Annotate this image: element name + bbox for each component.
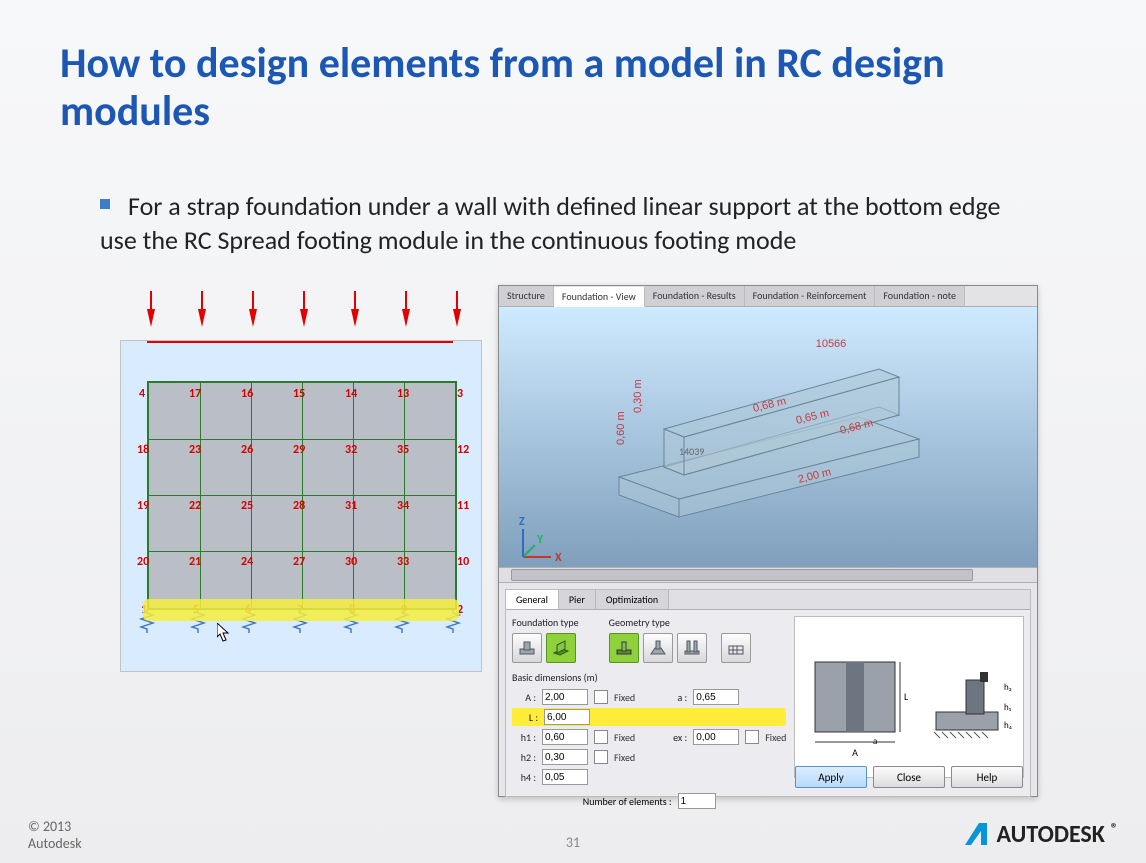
foundation-type-label: Foundation type <box>512 616 579 629</box>
tab-foundation-results[interactable]: Foundation - Results <box>645 286 745 306</box>
dim-h1-fixed-checkbox[interactable] <box>594 730 608 744</box>
svg-text:X: X <box>555 551 562 565</box>
tab-pier[interactable]: Pier <box>559 590 596 609</box>
highlight-marker <box>143 599 459 621</box>
property-tabs: General Pier Optimization <box>506 590 1030 610</box>
brand-logo: AUTODESK® <box>961 819 1118 849</box>
dim-h1-input[interactable] <box>542 729 588 745</box>
geometry-type-label: Geometry type <box>609 616 751 629</box>
basic-dimensions-label: Basic dimensions (m) <box>512 671 786 684</box>
close-button[interactable]: Close <box>873 766 945 788</box>
svg-text:10566: 10566 <box>816 338 847 350</box>
dim-h4-input[interactable] <box>542 769 588 785</box>
svg-text:a: a <box>873 736 877 747</box>
foundation-type-continuous-button[interactable] <box>546 633 576 663</box>
svg-text:A: A <box>852 746 858 759</box>
num-elements-input[interactable] <box>678 793 716 809</box>
geometry-type-4-button[interactable] <box>721 633 751 663</box>
svg-text:Y: Y <box>536 533 544 547</box>
geometry-type-2-button[interactable] <box>643 633 673 663</box>
tab-optimization[interactable]: Optimization <box>596 590 669 609</box>
dim-L-input[interactable] <box>544 709 590 725</box>
dim-h2-input[interactable] <box>542 749 588 765</box>
wall-model-diagram: 4 17 16 15 14 13 3 18 23 26 29 32 35 12 … <box>120 340 482 672</box>
foundation-3d-view[interactable]: 10566 0,68 m 0,65 m 0,68 m 2,00 m 0,60 m… <box>499 307 1037 567</box>
section-preview: A a L h₂ h₁ h₄ <box>794 616 1024 778</box>
dim-a-input[interactable] <box>693 689 739 705</box>
dialog-buttons: Apply Close Help <box>795 766 1023 788</box>
tab-general[interactable]: General <box>506 590 559 609</box>
dim-ex-input[interactable] <box>693 729 739 745</box>
view-scrollbar[interactable] <box>499 567 1037 583</box>
svg-text:Z: Z <box>519 515 525 529</box>
tab-foundation-view[interactable]: Foundation - View <box>554 287 645 307</box>
svg-text:0,30 m: 0,30 m <box>632 379 644 413</box>
dim-A-fixed-checkbox[interactable] <box>594 690 608 704</box>
wall-mesh <box>147 381 457 610</box>
autodesk-icon <box>961 819 991 849</box>
dim-A-input[interactable] <box>542 689 588 705</box>
foundation-type-spread-button[interactable] <box>512 633 542 663</box>
tab-structure[interactable]: Structure <box>499 286 554 306</box>
slide: How to design elements from a model in R… <box>0 0 1146 863</box>
module-tabs: Structure Foundation - View Foundation -… <box>499 286 1037 307</box>
dim-h2-fixed-checkbox[interactable] <box>594 750 608 764</box>
rc-module-window: Structure Foundation - View Foundation -… <box>498 285 1038 797</box>
help-button[interactable]: Help <box>951 766 1023 788</box>
geometry-type-3-button[interactable] <box>677 633 707 663</box>
svg-text:h₁: h₁ <box>1004 702 1012 713</box>
tab-foundation-note[interactable]: Foundation - note <box>875 286 965 306</box>
slide-title: How to design elements from a model in R… <box>60 40 1086 137</box>
dim-ex-fixed-checkbox[interactable] <box>745 730 759 744</box>
apply-button[interactable]: Apply <box>795 766 867 788</box>
svg-text:h₄: h₄ <box>1004 720 1012 731</box>
copyright: © 2013 Autodesk <box>28 819 82 853</box>
geometry-type-1-button[interactable] <box>609 633 639 663</box>
svg-text:14039: 14039 <box>679 445 704 458</box>
cursor-icon <box>217 623 231 643</box>
svg-text:0,60 m: 0,60 m <box>615 411 627 445</box>
svg-text:L: L <box>904 690 909 703</box>
linear-support <box>121 609 481 643</box>
bullet-text: For a strap foundation under a wall with… <box>100 190 1040 258</box>
svg-text:h₂: h₂ <box>1004 682 1012 693</box>
tab-foundation-reinforcement[interactable]: Foundation - Reinforcement <box>745 286 876 306</box>
